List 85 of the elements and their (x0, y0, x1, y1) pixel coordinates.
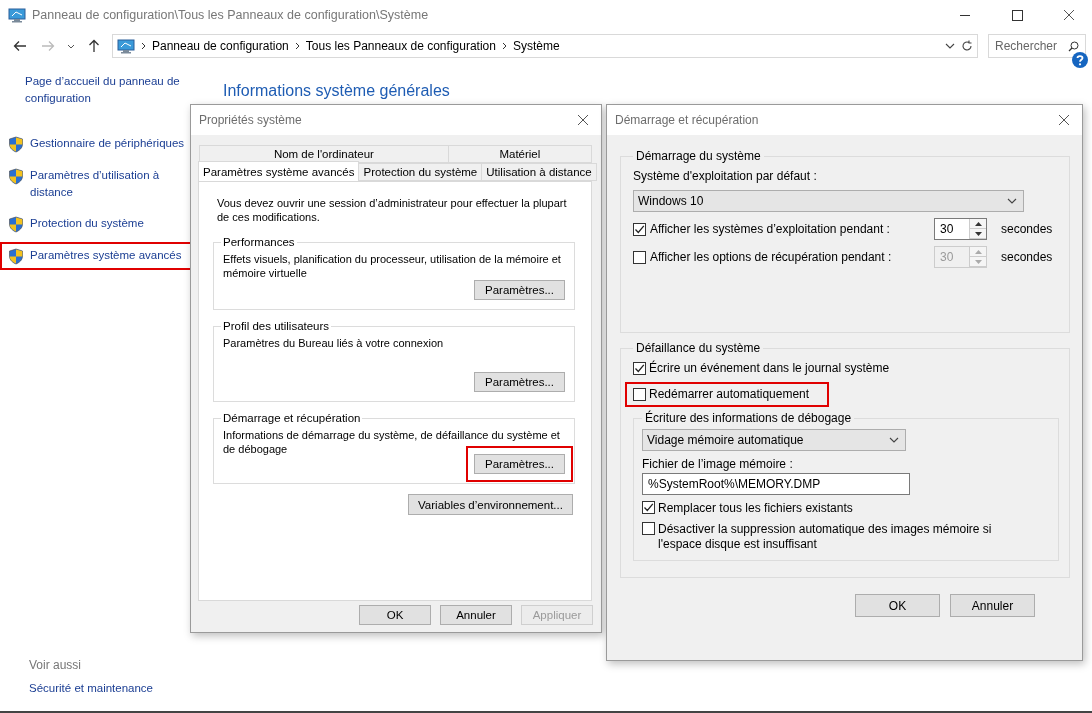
dump-type-dropdown[interactable]: Vidage mémoire automatique (642, 429, 906, 451)
checkbox-label: Redémarrer automatiquement (649, 387, 810, 402)
shield-icon (8, 216, 24, 233)
chevron-down-icon (889, 437, 899, 443)
checkbox-label: Écrire un événement dans le journal système (649, 361, 890, 376)
chevron-right-icon (294, 42, 300, 50)
caret-down-icon[interactable] (67, 43, 75, 49)
tab[interactable]: Utilisation à distance (482, 163, 597, 181)
see-also-heading: Voir aussi (29, 658, 83, 672)
settings-button[interactable]: Paramètres... (474, 280, 565, 300)
chevron-right-icon (501, 42, 507, 50)
shield-icon (8, 136, 24, 153)
refresh-icon[interactable] (961, 40, 973, 52)
up-arrow-icon[interactable] (88, 39, 100, 53)
sidebar-link[interactable]: Page d’accueil du panneau de configuration (25, 73, 186, 107)
group-title: Démarrage du système (635, 149, 762, 163)
computer-icon (117, 38, 135, 54)
unit-label: secondes (1001, 222, 1053, 236)
maximize-icon[interactable] (1011, 9, 1023, 21)
environment-variables-button[interactable]: Variables d’environnement... (408, 494, 573, 515)
search-icon (1068, 40, 1079, 52)
back-arrow-icon[interactable] (13, 40, 27, 52)
group-title: Démarrage et récupération (222, 412, 362, 424)
dialog-title: Démarrage et récupération (615, 113, 759, 127)
group-description: Informations de démarrage du système, de défaillance du système et de débogage (223, 428, 561, 456)
checkbox[interactable] (642, 522, 655, 535)
help-icon[interactable] (1072, 52, 1088, 68)
group-title: Écriture des informations de débogage (644, 411, 853, 425)
dump-file-field[interactable]: %SystemRoot%\MEMORY.DMP (642, 473, 910, 495)
sidebar-link[interactable]: Gestionnaire de périphériques (30, 135, 185, 152)
breadcrumb[interactable]: Système (512, 39, 560, 53)
checkbox[interactable] (633, 362, 646, 375)
breadcrumb[interactable]: Panneau de configuration (152, 39, 289, 53)
dropdown-icon (945, 43, 955, 49)
computer-icon (8, 7, 26, 23)
spin-down-icon[interactable] (970, 229, 986, 239)
number-spinner[interactable]: 30 (934, 218, 987, 240)
spin-up-icon[interactable] (970, 219, 986, 229)
sidebar-link[interactable]: Protection du système (30, 215, 144, 232)
window-title: Panneau de configuration\Tous les Panneaux de configuration\Système (32, 8, 430, 22)
checkbox-label: Afficher les options de récupération pendant : (650, 249, 893, 265)
tab[interactable]: Nom de l'ordinateur (199, 145, 449, 163)
group-description: Effets visuels, planification du processeur, utilisation de la mémoire et mémoire virtuelle (223, 252, 562, 280)
search-field[interactable]: Rechercher (988, 34, 1086, 58)
notice-text: Vous devez ouvrir une session d’administrateur pour effectuer la plupart de ces modifications. (217, 196, 568, 224)
unit-label: secondes (1001, 250, 1053, 264)
see-also-link[interactable]: Sécurité et maintenance (29, 680, 196, 697)
tab[interactable]: Protection du système (359, 163, 483, 181)
field-label: Système d'exploitation par défaut : (633, 169, 818, 184)
group-description: Paramètres du Bureau liés à votre connexion (223, 336, 445, 351)
minimize-icon[interactable] (960, 14, 970, 16)
dialog-button[interactable]: OK (359, 605, 431, 625)
os-dropdown[interactable]: Windows 10 (633, 190, 1024, 212)
search-placeholder: Rechercher (995, 39, 1058, 53)
checkbox[interactable] (633, 388, 646, 401)
close-icon[interactable] (1058, 114, 1070, 126)
checkbox-label: Remplacer tous les fichiers existants (658, 501, 853, 516)
dialog-button[interactable]: OK (855, 594, 940, 617)
address-bar[interactable]: Panneau de configuration Tous les Panneaux de configuration Système (112, 34, 978, 58)
chevron-right-icon (141, 42, 146, 50)
close-icon[interactable] (577, 114, 589, 126)
dialog-button[interactable]: Annuler (950, 594, 1035, 617)
field-label: Fichier de l’image mémoire : (642, 457, 794, 472)
page-heading: Informations système générales (223, 82, 451, 100)
group-title: Performances (222, 236, 296, 248)
shield-icon (8, 168, 24, 185)
checkbox[interactable] (633, 222, 646, 236)
settings-button[interactable]: Paramètres... (474, 454, 565, 474)
checkbox[interactable] (633, 250, 646, 264)
tab[interactable]: Matériel (448, 145, 592, 163)
checkbox-label: Afficher les systèmes d’exploitation pendant : (650, 221, 891, 237)
close-icon[interactable] (1063, 9, 1075, 21)
sidebar-link[interactable]: Paramètres système avancés (30, 247, 182, 264)
tab[interactable]: Paramètres système avancés (198, 161, 360, 181)
checkbox[interactable] (642, 501, 655, 514)
checkbox-label: Désactiver la suppression automatique des images mémoire si l'espace disque est insuffisant (658, 522, 993, 552)
group-title: Défaillance du système (635, 341, 762, 355)
dialog-title: Propriétés système (199, 113, 302, 127)
sidebar-link[interactable]: Paramètres d’utilisation à distance (30, 167, 186, 201)
dialog-button[interactable]: Annuler (440, 605, 512, 625)
breadcrumb[interactable]: Tous les Panneaux de configuration (305, 39, 496, 53)
settings-button[interactable]: Paramètres... (474, 372, 565, 392)
shield-icon (8, 248, 24, 265)
group-title: Profil des utilisateurs (222, 320, 331, 332)
chevron-down-icon (1007, 198, 1017, 204)
